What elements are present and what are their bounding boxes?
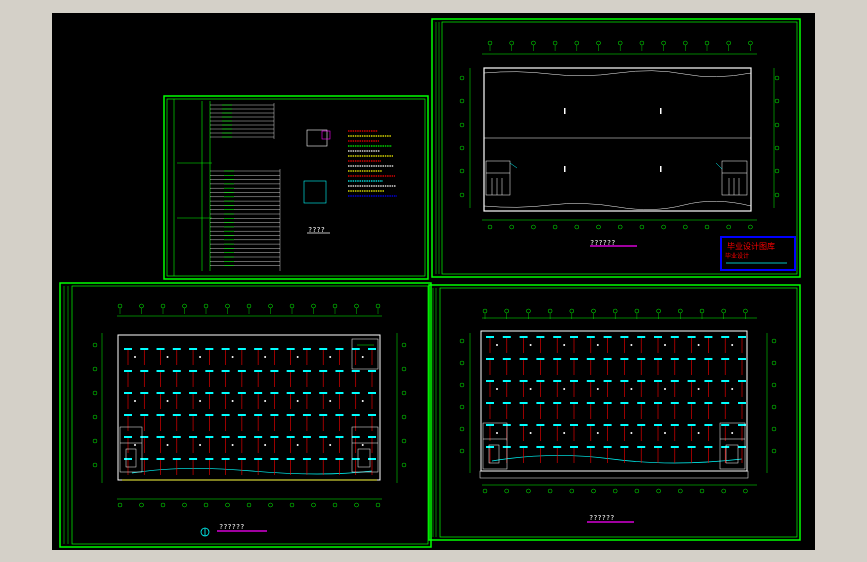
cad-drawing[interactable]: ???? ?????? 毕业设计图库 毕业设计 ?????? ?????? (52, 13, 815, 550)
right-plan-caption: ?????? (589, 514, 614, 522)
switch-boxes (303, 129, 331, 204)
left-plan-axis-bubbles (92, 303, 407, 508)
roof-parapet-top (483, 70, 752, 78)
upper-feeder-lines (210, 103, 275, 139)
left-plan-caption: ?????? (219, 523, 244, 531)
cad-drawing-canvas[interactable]: ???? ?????? 毕业设计图库 毕业设计 ?????? ?????? (52, 13, 815, 550)
system-diagram-caption: ???? (308, 226, 325, 234)
title-block-stamp: 毕业设计图库 毕业设计 (720, 236, 796, 271)
roof-plan-caption: ?????? (590, 239, 615, 247)
distribution-trunk (177, 101, 212, 271)
sheet-roof-plan[interactable]: ?????? 毕业设计图库 毕业设计 (431, 18, 801, 278)
left-stair-bl (119, 426, 143, 473)
stamp-title: 毕业设计图库 (727, 241, 775, 251)
sheet-floor-plan-right[interactable]: ?????? (428, 284, 801, 541)
stamp-subtitle: 毕业设计 (725, 252, 749, 260)
roof-stair-left (485, 160, 518, 196)
lower-feeder-lines (210, 169, 281, 271)
roof-parapet-bottom (483, 200, 752, 210)
sheet-floor-plan-left[interactable]: ?????? (59, 282, 432, 548)
left-plan-light-fixtures (124, 348, 376, 475)
right-plan-light-fixtures (486, 336, 746, 463)
roof-stair-right (715, 160, 748, 196)
sheet-system-diagram[interactable]: ???? (163, 95, 429, 280)
roof-axis-bubbles (459, 40, 780, 230)
notes-text-block (348, 130, 397, 197)
